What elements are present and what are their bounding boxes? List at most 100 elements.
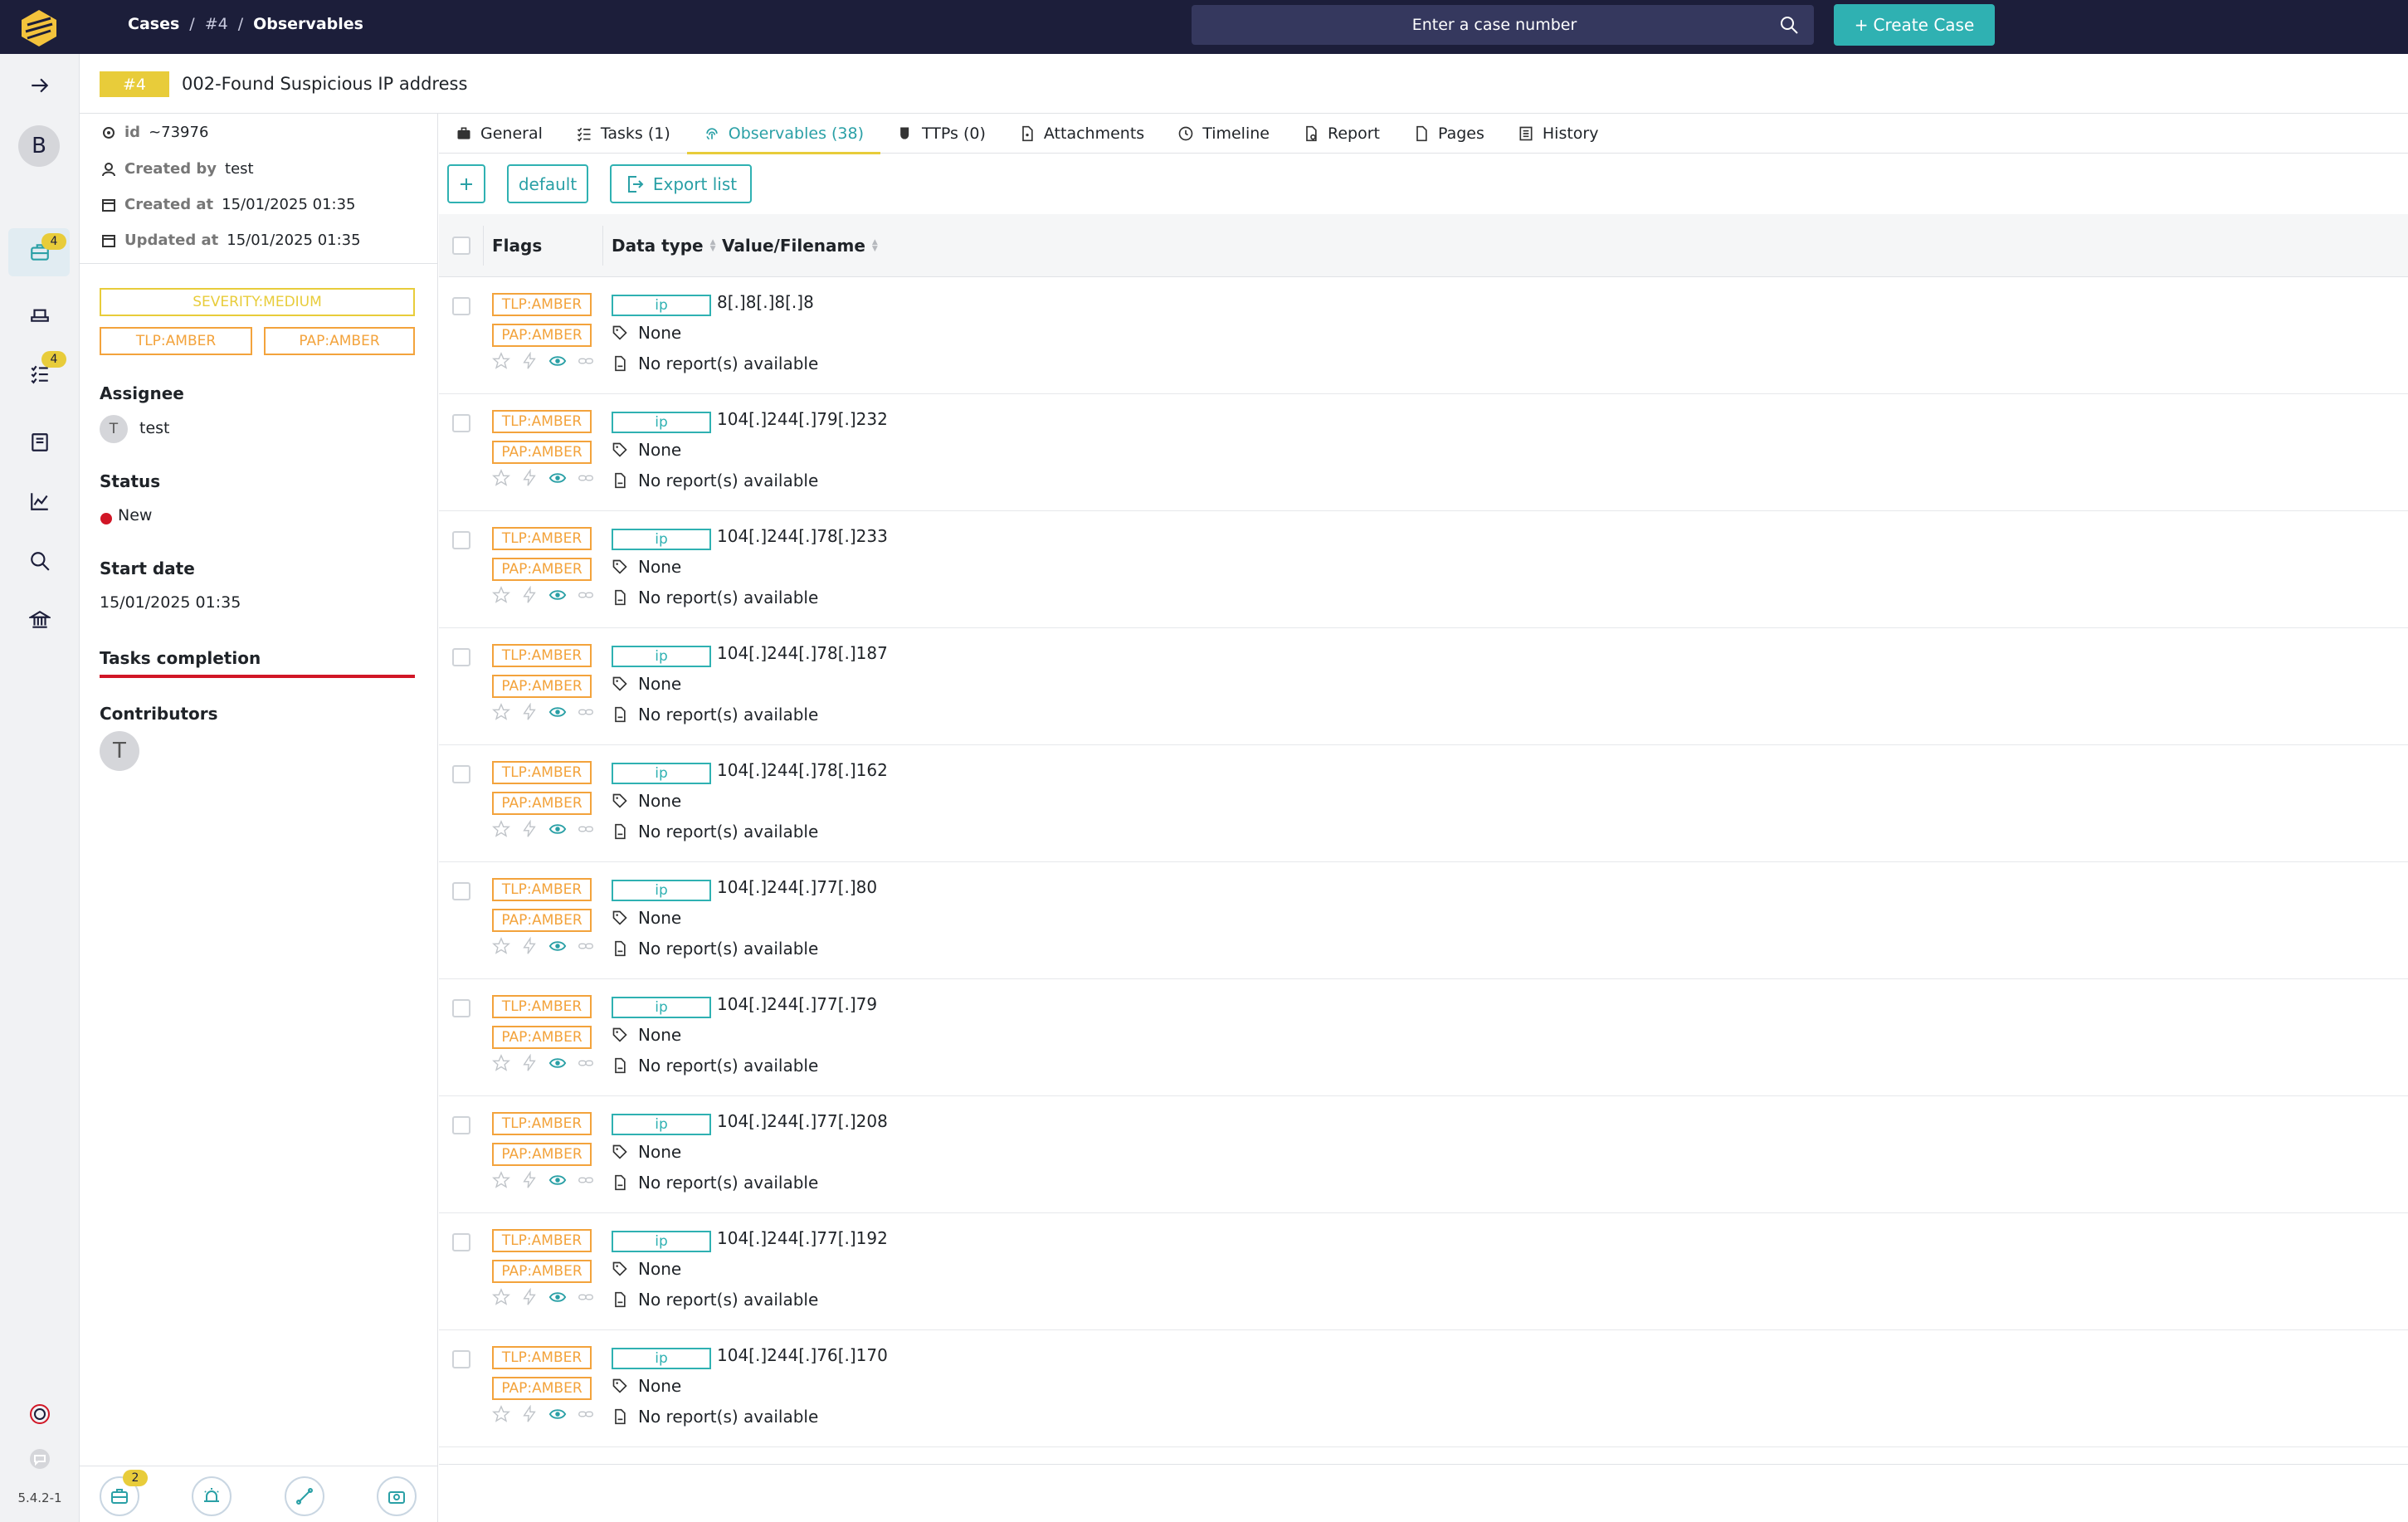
link-icon[interactable] bbox=[577, 469, 595, 487]
row-checkbox[interactable] bbox=[452, 999, 470, 1017]
lightning-icon[interactable] bbox=[520, 1054, 539, 1072]
default-filter-button[interactable]: default bbox=[507, 164, 588, 203]
status-value[interactable]: New bbox=[118, 506, 152, 524]
star-icon[interactable] bbox=[492, 1171, 510, 1189]
observable-value[interactable]: 104[.]244[.]78[.]162 bbox=[717, 760, 888, 780]
alerts-icon[interactable] bbox=[18, 292, 61, 335]
tab-ttps[interactable]: TTPs (0) bbox=[880, 114, 1002, 154]
procedures-camera-icon[interactable] bbox=[377, 1476, 417, 1516]
star-icon[interactable] bbox=[492, 1054, 510, 1072]
organisation-bank-icon[interactable] bbox=[18, 598, 61, 641]
tab-pages[interactable]: Pages bbox=[1397, 114, 1501, 154]
row-checkbox[interactable] bbox=[452, 765, 470, 783]
eye-icon[interactable] bbox=[548, 352, 567, 370]
search-icon[interactable] bbox=[1779, 15, 1799, 35]
link-icon[interactable] bbox=[577, 1405, 595, 1423]
eye-icon[interactable] bbox=[548, 1405, 567, 1423]
star-icon[interactable] bbox=[492, 1288, 510, 1306]
expand-arrow-icon[interactable] bbox=[18, 64, 61, 107]
thehive-logo-icon[interactable] bbox=[17, 7, 61, 48]
eye-icon[interactable] bbox=[548, 1054, 567, 1072]
lightning-icon[interactable] bbox=[520, 1171, 539, 1189]
row-checkbox[interactable] bbox=[452, 1233, 470, 1251]
contributor-avatar[interactable]: T bbox=[100, 731, 139, 771]
tab-attachments[interactable]: Attachments bbox=[1002, 114, 1161, 154]
alert-siren-icon[interactable] bbox=[192, 1476, 232, 1516]
row-checkbox[interactable] bbox=[452, 297, 470, 315]
sort-icon[interactable]: ▲ ▼ bbox=[710, 239, 716, 253]
table-row[interactable]: TLP:AMBER PAP:AMBER ip 104[.]244[.]76[.]… bbox=[439, 1330, 2408, 1447]
table-row[interactable]: TLP:AMBER PAP:AMBER ip 104[.]244[.]78[.]… bbox=[439, 628, 2408, 745]
sort-icon[interactable]: ▲ ▼ bbox=[872, 239, 878, 253]
table-row[interactable]: TLP:AMBER PAP:AMBER ip 104[.]244[.]78[.]… bbox=[439, 511, 2408, 628]
lightning-icon[interactable] bbox=[520, 937, 539, 955]
tlp-flag[interactable]: TLP:AMBER bbox=[492, 1229, 592, 1252]
add-observable-button[interactable] bbox=[447, 164, 485, 203]
star-icon[interactable] bbox=[492, 937, 510, 955]
pap-flag[interactable]: PAP:AMBER bbox=[492, 792, 592, 815]
tlp-flag[interactable]: TLP:AMBER bbox=[492, 995, 592, 1018]
tlp-flag[interactable]: TLP:AMBER bbox=[492, 293, 592, 316]
observable-value[interactable]: 104[.]244[.]78[.]187 bbox=[717, 643, 888, 663]
dashboard-chart-icon[interactable] bbox=[18, 480, 61, 523]
lightning-icon[interactable] bbox=[520, 820, 539, 838]
column-header-value[interactable]: Value/Filename ▲ ▼ bbox=[722, 236, 878, 256]
tlp-flag[interactable]: TLP:AMBER bbox=[492, 1346, 592, 1369]
observable-value[interactable]: 104[.]244[.]77[.]192 bbox=[717, 1228, 888, 1248]
cortex-icon[interactable] bbox=[18, 1393, 61, 1436]
link-icon[interactable] bbox=[577, 937, 595, 955]
observable-value[interactable]: 104[.]244[.]78[.]233 bbox=[717, 526, 888, 546]
table-row[interactable]: TLP:AMBER PAP:AMBER ip 104[.]244[.]77[.]… bbox=[439, 862, 2408, 979]
observable-value[interactable]: 104[.]244[.]77[.]208 bbox=[717, 1111, 888, 1131]
pap-flag[interactable]: PAP:AMBER bbox=[492, 324, 592, 347]
row-checkbox[interactable] bbox=[452, 648, 470, 666]
tlp-flag[interactable]: TLP:AMBER bbox=[492, 527, 592, 550]
tab-report[interactable]: Report bbox=[1286, 114, 1397, 154]
case-search-input[interactable] bbox=[1192, 5, 1764, 45]
lightning-icon[interactable] bbox=[520, 703, 539, 721]
chat-icon[interactable] bbox=[18, 1437, 61, 1481]
tlp-tag[interactable]: TLP:AMBER bbox=[100, 327, 252, 355]
breadcrumb-cases[interactable]: Cases bbox=[128, 15, 179, 33]
severity-tag[interactable]: SEVERITY:MEDIUM bbox=[100, 288, 415, 316]
tab-timeline[interactable]: Timeline bbox=[1161, 114, 1286, 154]
pap-flag[interactable]: PAP:AMBER bbox=[492, 1143, 592, 1166]
row-checkbox[interactable] bbox=[452, 1116, 470, 1134]
observable-value[interactable]: 8[.]8[.]8[.]8 bbox=[717, 292, 814, 312]
search-nav-icon[interactable] bbox=[18, 539, 61, 583]
tab-history[interactable]: History bbox=[1501, 114, 1616, 154]
row-checkbox[interactable] bbox=[452, 882, 470, 900]
select-all-checkbox[interactable] bbox=[452, 237, 470, 255]
eye-icon[interactable] bbox=[548, 469, 567, 487]
export-list-button[interactable]: Export list bbox=[610, 164, 752, 203]
star-icon[interactable] bbox=[492, 352, 510, 370]
observable-value[interactable]: 104[.]244[.]77[.]79 bbox=[717, 994, 877, 1014]
tlp-flag[interactable]: TLP:AMBER bbox=[492, 410, 592, 433]
pap-flag[interactable]: PAP:AMBER bbox=[492, 1260, 592, 1283]
table-row[interactable]: TLP:AMBER PAP:AMBER ip 104[.]244[.]79[.]… bbox=[439, 394, 2408, 511]
table-row[interactable]: TLP:AMBER PAP:AMBER ip 8[.]8[.]8[.]8 Non… bbox=[439, 277, 2408, 394]
pap-flag[interactable]: PAP:AMBER bbox=[492, 675, 592, 698]
knowledge-book-icon[interactable] bbox=[18, 421, 61, 464]
eye-icon[interactable] bbox=[548, 1171, 567, 1189]
pap-tag[interactable]: PAP:AMBER bbox=[264, 327, 415, 355]
tab-tasks[interactable]: Tasks (1) bbox=[559, 114, 687, 154]
link-icon[interactable] bbox=[577, 1171, 595, 1189]
tlp-flag[interactable]: TLP:AMBER bbox=[492, 878, 592, 901]
eye-icon[interactable] bbox=[548, 937, 567, 955]
user-avatar[interactable]: B bbox=[18, 125, 60, 167]
tlp-flag[interactable]: TLP:AMBER bbox=[492, 1112, 592, 1135]
table-row[interactable]: TLP:AMBER PAP:AMBER ip 104[.]244[.]77[.]… bbox=[439, 979, 2408, 1096]
pap-flag[interactable]: PAP:AMBER bbox=[492, 1377, 592, 1400]
column-header-data-type[interactable]: Data type ▲ ▼ bbox=[612, 236, 716, 256]
tlp-flag[interactable]: TLP:AMBER bbox=[492, 644, 592, 667]
lightning-icon[interactable] bbox=[520, 586, 539, 604]
observable-value[interactable]: 104[.]244[.]77[.]80 bbox=[717, 877, 877, 897]
link-icon[interactable] bbox=[577, 352, 595, 370]
table-row[interactable]: TLP:AMBER PAP:AMBER ip 104[.]244[.]78[.]… bbox=[439, 745, 2408, 862]
link-icon[interactable] bbox=[577, 1288, 595, 1306]
eye-icon[interactable] bbox=[548, 703, 567, 721]
lightning-icon[interactable] bbox=[520, 1405, 539, 1423]
tab-observables[interactable]: Observables (38) bbox=[686, 114, 881, 154]
link-icon[interactable] bbox=[577, 703, 595, 721]
